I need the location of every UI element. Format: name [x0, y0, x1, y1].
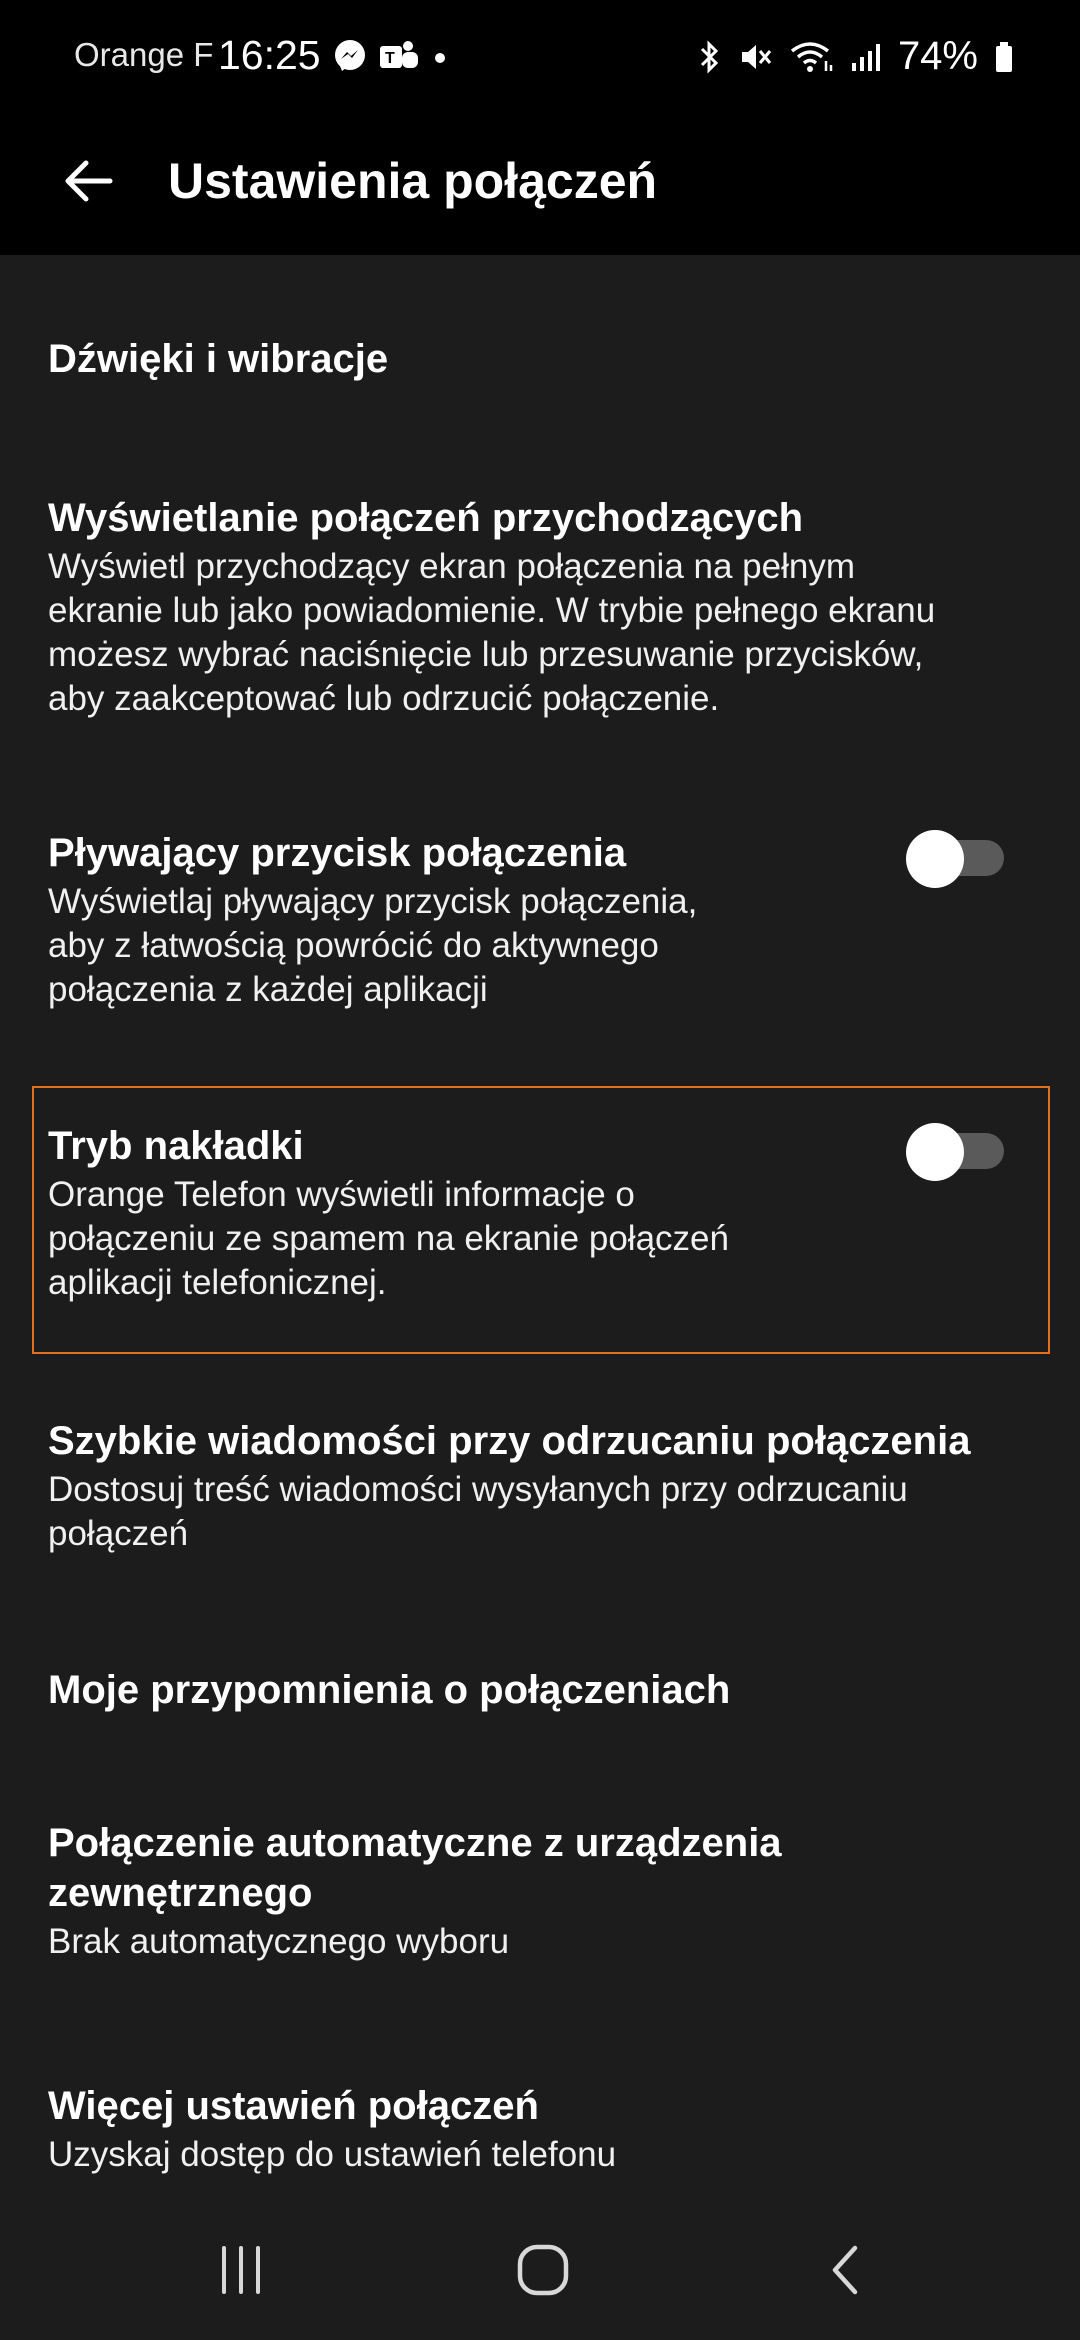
mute-icon	[741, 44, 772, 69]
battery-icon	[996, 41, 1012, 72]
clock: 16:25	[218, 32, 321, 78]
bluetooth-icon	[700, 39, 719, 74]
setting-description: Uzyskaj dostęp do ustawień telefonu	[48, 2133, 616, 2177]
setting-title: Dźwięki i wibracje	[48, 337, 389, 381]
setting-description: Wyświetl przychodzący ekran połączenia n…	[48, 545, 935, 721]
description-line: aby zaakceptować lub odrzucić połączenie…	[48, 679, 720, 718]
recent-apps-icon	[222, 2246, 260, 2294]
system-icons: 74%	[696, 34, 1014, 79]
setting-description: Dostosuj treść wiadomości wysyłanych prz…	[48, 1468, 908, 1556]
description-line: Wyświetlaj pływający przycisk połączenia…	[48, 882, 698, 921]
app-bar: Ustawienia połączeń	[0, 115, 1080, 255]
setting-call-reminders[interactable]: Moje przypomnienia o połączeniach	[0, 1657, 1080, 1757]
carrier-label: Orange F	[74, 36, 214, 73]
description-line: połączeń	[48, 1514, 189, 1553]
recent-apps-button[interactable]	[196, 2230, 286, 2310]
setting-title: Moje przypomnienia o połączeniach	[48, 1668, 731, 1712]
setting-quick-decline-messages[interactable]: Szybkie wiadomości przy odrzucaniu połąc…	[0, 1408, 1080, 1558]
setting-title: Szybkie wiadomości przy odrzucaniu połąc…	[48, 1419, 971, 1463]
navigation-bar	[0, 2200, 1080, 2340]
description-line: aby z łatwością powrócić do aktywnego	[48, 926, 659, 965]
description-line: ekranie lub jako powiadomienie. W trybie…	[48, 591, 936, 630]
setting-more-call-settings[interactable]: Więcej ustawień połączeń Uzyskaj dostęp …	[0, 2073, 1080, 2203]
description-line: Uzyskaj dostęp do ustawień telefonu	[48, 2135, 617, 2174]
back-nav-button[interactable]	[800, 2230, 890, 2310]
setting-description: Brak automatycznego wyboru	[48, 1920, 509, 1964]
setting-floating-call-button[interactable]: Pływający przycisk połączenia Wyświetlaj…	[0, 820, 1080, 1020]
battery-percent: 74%	[897, 34, 978, 78]
floating-call-button-toggle[interactable]	[906, 830, 1004, 888]
messenger-icon	[335, 40, 365, 71]
svg-text:T: T	[385, 50, 395, 67]
home-button[interactable]	[498, 2230, 588, 2310]
back-icon	[832, 2245, 858, 2295]
setting-title: Wyświetlanie połączeń przychodzących	[48, 496, 804, 540]
setting-description: Wyświetlaj pływający przycisk połączenia…	[48, 880, 697, 1012]
setting-title: Pływający przycisk połączenia	[48, 831, 627, 875]
notification-icons: T	[332, 38, 450, 74]
title-line: zewnętrznego	[48, 1871, 313, 1915]
description-line: Brak automatycznego wyboru	[48, 1922, 510, 1961]
description-line: Wyświetl przychodzący ekran połączenia n…	[48, 547, 855, 586]
description-line: Dostosuj treść wiadomości wysyłanych prz…	[48, 1470, 908, 1509]
page-title: Ustawienia połączeń	[168, 153, 658, 209]
status-bar: Orange F 16:25 T 74%	[0, 0, 1080, 115]
arrow-left-icon	[65, 160, 113, 202]
focus-highlight	[32, 1086, 1050, 1354]
setting-title: Więcej ustawień połączeń	[48, 2084, 539, 2128]
description-line: możesz wybrać naciśnięcie lub przesuwani…	[48, 635, 924, 674]
setting-auto-answer-external-device[interactable]: Połączenie automatyczne z urządzenia zew…	[0, 1810, 1080, 1990]
title-line: Połączenie automatyczne z urządzenia	[48, 1821, 782, 1865]
teams-icon: T	[380, 41, 418, 68]
back-button[interactable]	[52, 145, 124, 217]
wifi-icon	[790, 41, 833, 72]
setting-incoming-call-display[interactable]: Wyświetlanie połączeń przychodzących Wyś…	[0, 485, 1080, 718]
home-icon	[517, 2244, 569, 2296]
toggle-thumb	[906, 830, 964, 888]
setting-title: Połączenie automatyczne z urządzenia zew…	[48, 1818, 782, 1918]
dot-icon	[435, 53, 445, 63]
signal-icon	[851, 43, 880, 71]
description-line: połączenia z każdej aplikacji	[48, 970, 488, 1009]
setting-sounds-vibrations[interactable]: Dźwięki i wibracje	[0, 325, 1080, 425]
